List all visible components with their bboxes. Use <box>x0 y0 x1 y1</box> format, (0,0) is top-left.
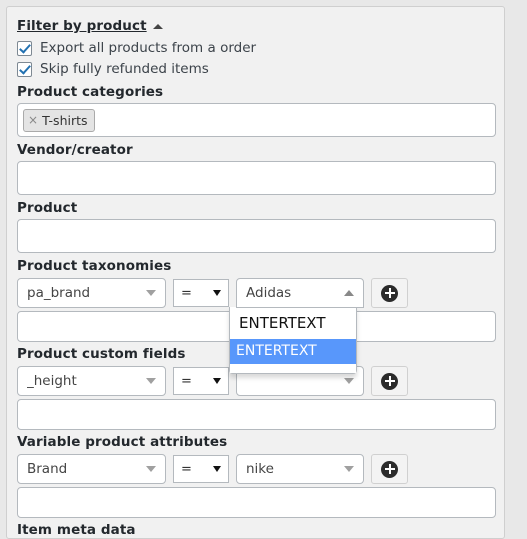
label-variable-product-attributes: Variable product attributes <box>17 434 228 450</box>
product-custom-fields-extra-input[interactable] <box>17 399 496 430</box>
product-custom-fields-operator-value: = <box>181 373 192 389</box>
panel-legend[interactable]: Filter by product <box>17 18 147 34</box>
label-product-taxonomies: Product taxonomies <box>17 258 172 274</box>
dropdown-bottom-spacer <box>230 364 356 370</box>
variable-attributes-operator-value: = <box>181 461 192 477</box>
panel-legend-row: Filter by product <box>17 17 494 37</box>
variable-attributes-key-select[interactable]: Brand <box>17 454 166 484</box>
checkbox-row-skip-refunded[interactable]: Skip fully refunded items <box>17 59 494 79</box>
chevron-down-icon <box>146 378 156 384</box>
variable-attributes-key-value: Brand <box>27 461 68 477</box>
variable-attributes-operator-select[interactable]: = <box>173 455 229 483</box>
product-taxonomies-operator-select[interactable]: = <box>173 279 229 307</box>
label-vendor-creator: Vendor/creator <box>17 142 133 158</box>
product-taxonomies-value: Adidas <box>246 285 292 301</box>
tag-remove-icon[interactable]: × <box>28 114 38 126</box>
chevron-up-icon <box>344 290 354 296</box>
chevron-down-icon <box>213 466 221 472</box>
label-product: Product <box>17 200 78 216</box>
product-custom-fields-key-value: _height <box>27 373 77 389</box>
tag-t-shirts[interactable]: × T-shirts <box>23 108 95 132</box>
plus-circle-icon <box>381 372 398 390</box>
chevron-down-icon <box>344 466 354 472</box>
product-taxonomies-key-select[interactable]: pa_brand <box>17 278 166 308</box>
product-taxonomies-operator-value: = <box>181 285 192 301</box>
product-custom-fields-add-button[interactable] <box>371 366 408 396</box>
chevron-down-icon <box>146 290 156 296</box>
dropdown-search-input[interactable] <box>234 311 352 335</box>
dropdown-results: ENTERTEXT <box>230 339 356 373</box>
product-custom-fields-operator-select[interactable]: = <box>173 367 229 395</box>
chevron-down-icon <box>344 378 354 384</box>
label-item-meta-data: Item meta data <box>17 522 136 538</box>
checkbox-export-all-products[interactable] <box>17 40 32 56</box>
product-taxonomies-value-select[interactable]: Adidas <box>236 278 364 308</box>
product-taxonomies-dropdown: ENTERTEXT <box>229 307 357 374</box>
checkbox-label-skip-fully-refunded[interactable]: Skip fully refunded items <box>40 61 209 77</box>
product-input[interactable] <box>17 219 496 253</box>
variable-attributes-value: nike <box>246 461 274 477</box>
filter-by-product-panel: Filter by product Export all products fr… <box>6 6 505 539</box>
product-custom-fields-key-select[interactable]: _height <box>17 366 166 396</box>
variable-attributes-add-button[interactable] <box>371 454 408 484</box>
plus-circle-icon <box>381 460 398 478</box>
product-taxonomies-add-button[interactable] <box>371 278 408 308</box>
vendor-creator-input[interactable] <box>17 161 496 195</box>
chevron-down-icon <box>213 378 221 384</box>
variable-attributes-extra-input[interactable] <box>17 487 496 518</box>
chevron-down-icon <box>146 466 156 472</box>
checkbox-skip-fully-refunded[interactable] <box>17 61 32 77</box>
product-taxonomies-key-value: pa_brand <box>27 285 91 301</box>
plus-circle-icon <box>381 284 398 302</box>
caret-up-icon[interactable] <box>152 23 163 29</box>
product-categories-select[interactable]: × T-shirts <box>17 103 496 137</box>
product-taxonomies-row: pa_brand = Adidas ENTERTEXT <box>17 277 494 374</box>
chevron-down-icon <box>213 290 221 296</box>
label-product-categories: Product categories <box>17 84 164 100</box>
dropdown-search-container <box>230 307 356 339</box>
dropdown-option-entertext[interactable]: ENTERTEXT <box>230 339 356 364</box>
variable-attributes-value-select[interactable]: nike <box>236 454 364 484</box>
checkbox-row-export-all[interactable]: Export all products from a order <box>17 38 494 58</box>
checkbox-label-export-all-products[interactable]: Export all products from a order <box>40 40 256 56</box>
variable-product-attributes-row: Brand = nike <box>17 453 494 485</box>
tag-label: T-shirts <box>42 112 88 128</box>
